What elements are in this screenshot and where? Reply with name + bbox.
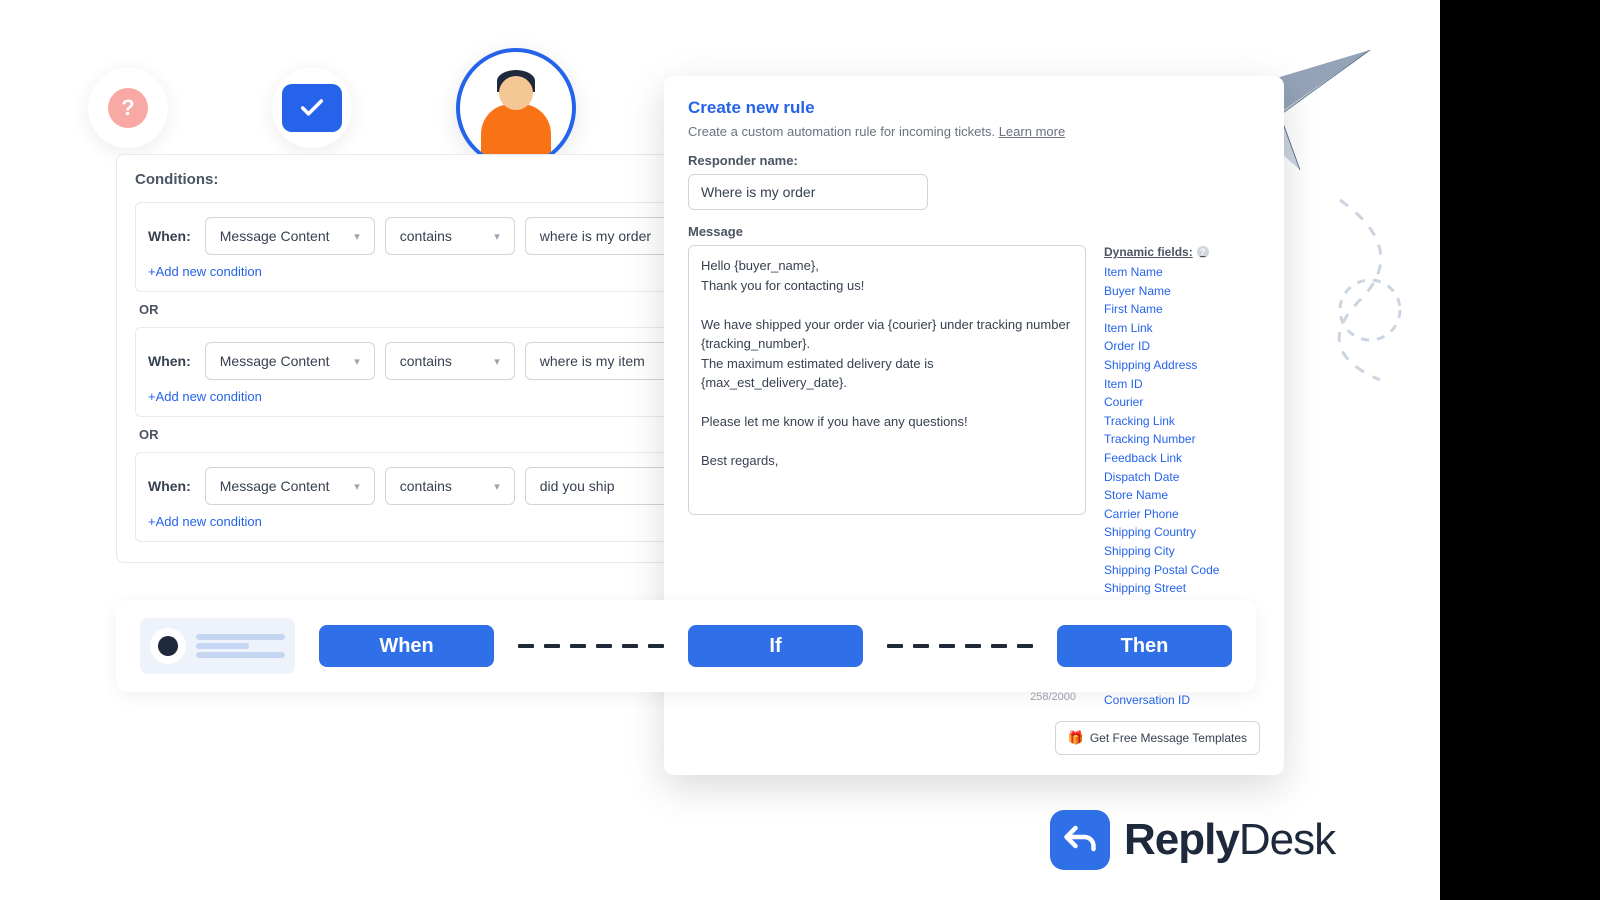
question-icon-circle: ? <box>88 68 168 148</box>
when-label: When: <box>148 228 191 244</box>
chevron-down-icon: ▾ <box>354 355 360 368</box>
dash-connector <box>887 644 1033 648</box>
then-button[interactable]: Then <box>1057 625 1232 667</box>
char-counter: 258/2000 <box>1030 691 1076 703</box>
dynamic-field-link[interactable]: Tracking Number <box>1104 430 1260 449</box>
add-condition-link[interactable]: +Add new condition <box>148 514 262 529</box>
operator-select[interactable]: contains▾ <box>385 342 515 380</box>
reply-arrow-icon <box>1050 810 1110 870</box>
chevron-down-icon: ▾ <box>494 480 500 493</box>
flow-bar: When If Then <box>116 600 1256 692</box>
when-button[interactable]: When <box>319 625 494 667</box>
dynamic-field-link[interactable]: Store Name <box>1104 486 1260 505</box>
chevron-down-icon: ▾ <box>354 480 360 493</box>
dynamic-field-link[interactable]: Carrier Phone <box>1104 505 1260 524</box>
dynamic-field-link[interactable]: Shipping Country <box>1104 523 1260 542</box>
avatar-icon <box>150 628 186 664</box>
dynamic-fields-title: Dynamic fields: ? <box>1104 245 1260 259</box>
field-select[interactable]: Message Content▾ <box>205 342 375 380</box>
operator-select[interactable]: contains▾ <box>385 217 515 255</box>
flow-avatar-card <box>140 618 295 674</box>
responder-name-label: Responder name: <box>688 153 1260 168</box>
person-avatar-icon <box>456 48 576 168</box>
dynamic-field-link[interactable]: Item Link <box>1104 319 1260 338</box>
chevron-down-icon: ▾ <box>494 355 500 368</box>
get-templates-button[interactable]: 🎁 Get Free Message Templates <box>1055 721 1260 755</box>
dynamic-field-link[interactable]: Tracking Link <box>1104 412 1260 431</box>
message-label: Message <box>688 224 1260 239</box>
add-condition-link[interactable]: +Add new condition <box>148 389 262 404</box>
dynamic-field-link[interactable]: Shipping Postal Code <box>1104 561 1260 580</box>
field-select[interactable]: Message Content▾ <box>205 467 375 505</box>
dynamic-field-link[interactable]: Dispatch Date <box>1104 468 1260 487</box>
add-condition-link[interactable]: +Add new condition <box>148 264 262 279</box>
help-icon[interactable]: ? <box>1197 246 1209 258</box>
chevron-down-icon: ▾ <box>354 230 360 243</box>
chevron-down-icon: ▾ <box>494 230 500 243</box>
dynamic-field-link[interactable]: Shipping Street <box>1104 579 1260 598</box>
dynamic-field-link[interactable]: Courier <box>1104 393 1260 412</box>
when-label: When: <box>148 478 191 494</box>
message-textarea[interactable]: Hello {buyer_name}, Thank you for contac… <box>688 245 1086 515</box>
brand-name: ReplyDesk <box>1124 815 1335 865</box>
if-button[interactable]: If <box>688 625 863 667</box>
when-label: When: <box>148 353 191 369</box>
dynamic-field-link[interactable]: Conversation ID <box>1104 691 1260 710</box>
operator-select[interactable]: contains▾ <box>385 467 515 505</box>
field-select[interactable]: Message Content▾ <box>205 217 375 255</box>
dynamic-field-link[interactable]: Shipping City <box>1104 542 1260 561</box>
gift-icon: 🎁 <box>1068 730 1084 746</box>
dash-connector <box>518 644 664 648</box>
dynamic-field-link[interactable]: Item ID <box>1104 375 1260 394</box>
dynamic-field-link[interactable]: First Name <box>1104 300 1260 319</box>
dynamic-field-link[interactable]: Buyer Name <box>1104 282 1260 301</box>
brand-logo: ReplyDesk <box>1050 810 1335 870</box>
dynamic-field-link[interactable]: Feedback Link <box>1104 449 1260 468</box>
check-bubble-icon <box>282 84 342 132</box>
learn-more-link[interactable]: Learn more <box>999 124 1065 139</box>
check-icon-circle <box>272 68 352 148</box>
question-bubble-icon: ? <box>108 88 148 128</box>
dynamic-field-link[interactable]: Order ID <box>1104 337 1260 356</box>
dynamic-field-link[interactable]: Item Name <box>1104 263 1260 282</box>
dashed-path-icon <box>1260 190 1420 395</box>
modal-subtitle: Create a custom automation rule for inco… <box>688 124 1260 139</box>
responder-name-input[interactable] <box>688 174 928 210</box>
modal-title: Create new rule <box>688 98 1260 118</box>
dynamic-field-link[interactable]: Shipping Address <box>1104 356 1260 375</box>
header-icons: ? <box>88 48 576 168</box>
